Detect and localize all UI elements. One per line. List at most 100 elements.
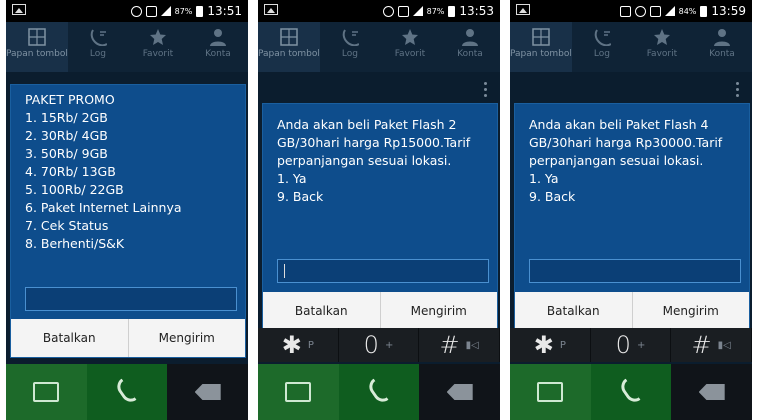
- phone-icon: [114, 379, 140, 405]
- tab-keypad[interactable]: Papan tombol: [510, 22, 572, 72]
- phone-icon: [366, 379, 392, 405]
- contact-card-icon: [33, 382, 60, 402]
- star-icon: [149, 29, 166, 45]
- contacts-button[interactable]: [510, 364, 591, 420]
- clock: 13:53: [459, 4, 494, 18]
- dialer-bottom-bar: [258, 364, 500, 420]
- signal-icon: [412, 6, 423, 16]
- battery-percent: 84%: [678, 6, 697, 16]
- contact-card-icon: [537, 382, 564, 402]
- tab-keypad[interactable]: Papan tombol: [6, 22, 68, 72]
- ussd-dialog: PAKET PROMO 1. 15Rb/ 2GB 2. 30Rb/ 4GB 3.…: [10, 84, 246, 358]
- overflow-menu-icon[interactable]: [484, 82, 488, 100]
- ussd-reply-input[interactable]: [529, 259, 741, 283]
- call-log-icon: [594, 29, 611, 46]
- tab-log[interactable]: Log: [320, 22, 380, 72]
- ussd-dialog: Anda akan beli Paket Flash 4 GB/30hari h…: [514, 103, 750, 331]
- tab-log[interactable]: Log: [572, 22, 632, 72]
- dialer-tabs: Papan tombol Log Favorit Konta: [510, 22, 752, 72]
- mute-icon: ▮◁: [465, 339, 479, 351]
- backspace-icon: [446, 384, 473, 400]
- ussd-dialog: Anda akan beli Paket Flash 2 GB/30hari h…: [262, 103, 498, 331]
- ussd-message: Anda akan beli Paket Flash 4 GB/30hari h…: [529, 117, 723, 204]
- bluetooth-icon: [619, 5, 631, 17]
- nfc-icon: [649, 5, 661, 17]
- ussd-message: PAKET PROMO 1. 15Rb/ 2GB 2. 30Rb/ 4GB 3.…: [25, 92, 182, 251]
- person-icon: [209, 29, 226, 46]
- gallery-notification-icon: [264, 4, 278, 15]
- contacts-button[interactable]: [6, 364, 87, 420]
- battery-icon: [448, 5, 456, 17]
- status-bar: 84% 13:59: [510, 0, 752, 22]
- mute-icon: ▮◁: [717, 339, 731, 351]
- tab-favorites[interactable]: Favorit: [632, 22, 692, 72]
- signal-icon: [664, 6, 675, 16]
- tab-favorites[interactable]: Favorit: [380, 22, 440, 72]
- gallery-notification-icon: [12, 4, 26, 15]
- tab-keypad[interactable]: Papan tombol: [258, 22, 320, 72]
- clock: 13:51: [207, 4, 242, 18]
- key-zero[interactable]: 0 +: [339, 328, 420, 362]
- dialer-bottom-bar: [6, 364, 248, 420]
- battery-percent: 87%: [174, 6, 193, 16]
- star-icon: [653, 29, 670, 45]
- status-bar: 87% 13:53: [258, 0, 500, 22]
- contacts-button[interactable]: [258, 364, 339, 420]
- key-hash[interactable]: # ▮◁: [671, 328, 752, 362]
- tab-log[interactable]: Log: [68, 22, 128, 72]
- phone-screen-1: 87% 13:51 Papan tombol Log Favorit Konta…: [6, 0, 248, 420]
- cancel-button[interactable]: Batalkan: [263, 292, 381, 330]
- key-star[interactable]: ✱ P: [258, 328, 339, 362]
- ussd-reply-input[interactable]: [277, 259, 489, 283]
- alarm-icon: [382, 5, 394, 17]
- alarm-icon: [130, 5, 142, 17]
- ussd-reply-input[interactable]: [25, 287, 237, 311]
- key-star[interactable]: ✱ P: [510, 328, 591, 362]
- send-button[interactable]: Mengirim: [633, 292, 750, 330]
- ussd-message: Anda akan beli Paket Flash 2 GB/30hari h…: [277, 117, 471, 204]
- dialer-tabs: Papan tombol Log Favorit Konta: [258, 22, 500, 72]
- battery-icon: [700, 5, 708, 17]
- delete-button[interactable]: [671, 364, 752, 420]
- delete-button[interactable]: [419, 364, 500, 420]
- keypad-icon: [28, 28, 46, 46]
- delete-button[interactable]: [167, 364, 248, 420]
- send-button[interactable]: Mengirim: [129, 319, 246, 357]
- nfc-icon: [397, 5, 409, 17]
- call-button[interactable]: [590, 364, 672, 420]
- keypad-row: ✱ P 0 + # ▮◁: [510, 328, 752, 362]
- keypad-icon: [280, 28, 298, 46]
- person-icon: [461, 29, 478, 46]
- key-zero[interactable]: 0 +: [591, 328, 672, 362]
- tab-contacts[interactable]: Konta: [440, 22, 500, 72]
- backspace-icon: [698, 384, 725, 400]
- phone-icon: [618, 379, 644, 405]
- phone-screen-3: 84% 13:59 Papan tombol Log Favorit Konta…: [510, 0, 752, 420]
- key-hash[interactable]: # ▮◁: [419, 328, 500, 362]
- call-log-icon: [90, 29, 107, 46]
- nfc-icon: [145, 5, 157, 17]
- call-button[interactable]: [86, 364, 168, 420]
- contact-card-icon: [285, 382, 312, 402]
- keypad-row: ✱ P 0 + # ▮◁: [258, 328, 500, 362]
- call-button[interactable]: [338, 364, 420, 420]
- dialer-bottom-bar: [510, 364, 752, 420]
- cancel-button[interactable]: Batalkan: [11, 319, 129, 357]
- battery-icon: [196, 5, 204, 17]
- tab-contacts[interactable]: Konta: [692, 22, 752, 72]
- battery-percent: 87%: [426, 6, 445, 16]
- dialer-tabs: Papan tombol Log Favorit Konta: [6, 22, 248, 72]
- cancel-button[interactable]: Batalkan: [515, 292, 633, 330]
- tab-favorites[interactable]: Favorit: [128, 22, 188, 72]
- overflow-menu-icon[interactable]: [736, 82, 740, 100]
- clock: 13:59: [711, 4, 746, 18]
- signal-icon: [160, 6, 171, 16]
- call-log-icon: [342, 29, 359, 46]
- send-button[interactable]: Mengirim: [381, 292, 498, 330]
- backspace-icon: [194, 384, 221, 400]
- keypad-icon: [532, 28, 550, 46]
- phone-screen-2: 87% 13:53 Papan tombol Log Favorit Konta…: [258, 0, 500, 420]
- tab-contacts[interactable]: Konta: [188, 22, 248, 72]
- person-icon: [713, 29, 730, 46]
- star-icon: [401, 29, 418, 45]
